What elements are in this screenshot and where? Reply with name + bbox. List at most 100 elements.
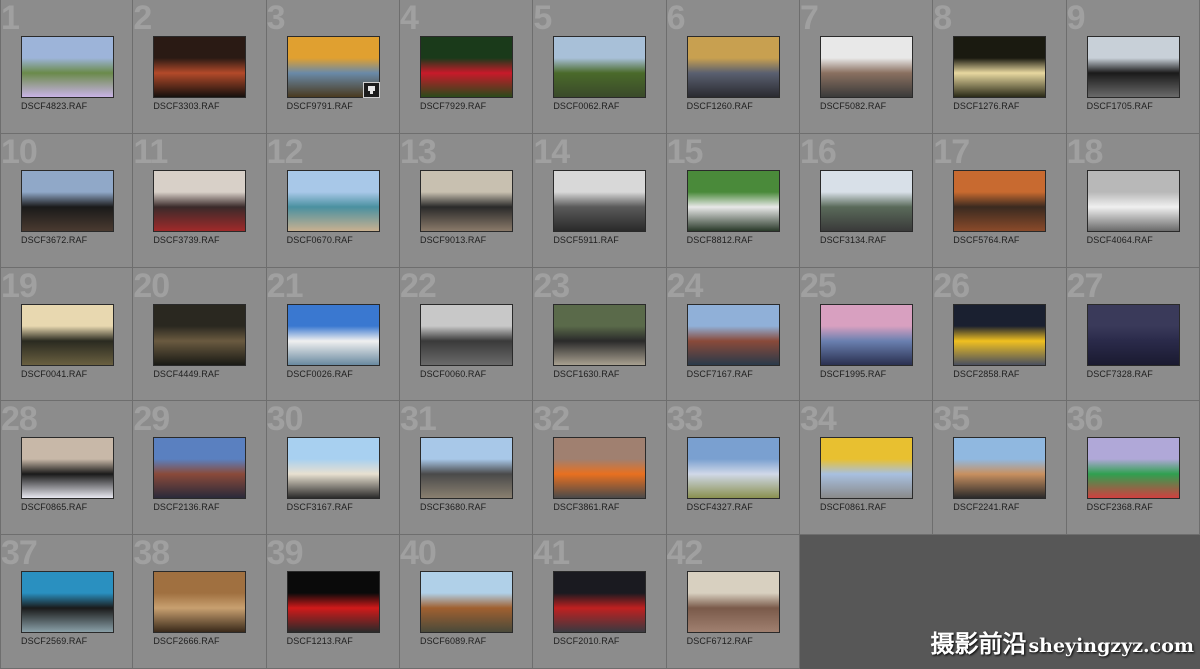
photo-thumbnail[interactable] [286, 437, 380, 500]
file-name: DSCF2368.RAF [1086, 502, 1153, 513]
photo-thumbnail[interactable] [953, 169, 1047, 232]
thumbnail-cell[interactable]: 38 DSCF2666.RAF [133, 535, 267, 669]
thumbnail-cell[interactable]: 36 DSCF2368.RAF [1066, 401, 1200, 536]
thumbnail-cell[interactable]: 21 DSCF0026.RAF [266, 267, 400, 402]
thumbnail-cell[interactable]: 28 DSCF0865.RAF [0, 401, 134, 536]
photo-thumbnail[interactable] [953, 303, 1047, 366]
photo-thumbnail[interactable] [686, 571, 780, 634]
thumbnail-cell[interactable]: 12 DSCF0670.RAF [266, 133, 400, 268]
file-name: DSCF2010.RAF [553, 636, 620, 647]
photo-thumbnail[interactable] [419, 36, 513, 98]
photo-thumbnail[interactable] [1086, 437, 1180, 500]
thumbnail-cell[interactable]: 10 DSCF3672.RAF [0, 133, 134, 268]
file-name: DSCF0865.RAF [21, 502, 88, 513]
thumbnail-cell[interactable]: 31 DSCF3680.RAF [399, 401, 534, 536]
photo-thumbnail[interactable] [153, 169, 247, 232]
photo-thumbnail[interactable] [553, 36, 647, 98]
photo-thumbnail[interactable] [21, 169, 114, 232]
thumbnail-cell[interactable]: 20 DSCF4449.RAF [133, 267, 267, 402]
thumbnail-cell[interactable]: 15 DSCF8812.RAF [666, 133, 800, 268]
thumbnail-cell[interactable]: 40 DSCF6089.RAF [399, 535, 534, 669]
file-name: DSCF1213.RAF [286, 636, 353, 647]
thumbnail-cell[interactable]: 25 DSCF1995.RAF [799, 267, 934, 402]
thumbnail-cell[interactable]: 42 DSCF6712.RAF [666, 535, 800, 669]
filmstrip-grid: 1 DSCF4823.RAF 2 DSCF3303.RAF 3 DSCF9791.RAF 4… [0, 0, 1200, 669]
file-name: DSCF0062.RAF [553, 101, 620, 111]
photo-thumbnail[interactable] [553, 303, 647, 366]
thumbnail-cell[interactable]: 1 DSCF4823.RAF [0, 0, 134, 134]
photo-thumbnail[interactable] [553, 169, 647, 232]
thumbnail-cell[interactable]: 18 DSCF4064.RAF [1066, 133, 1200, 268]
photo-thumbnail[interactable] [819, 437, 913, 500]
thumbnail-cell[interactable]: 14 DSCF5911.RAF [533, 133, 667, 268]
photo-thumbnail[interactable] [553, 437, 647, 500]
photo-thumbnail[interactable] [819, 169, 913, 232]
thumbnail-cell[interactable]: 24 DSCF7167.RAF [666, 267, 800, 402]
photo-thumbnail[interactable] [21, 36, 114, 98]
photo-thumbnail[interactable] [686, 437, 780, 500]
photo-thumbnail[interactable] [686, 169, 780, 232]
photo-thumbnail[interactable] [153, 571, 247, 634]
thumbnail-cell[interactable]: 8 DSCF1276.RAF [933, 0, 1067, 134]
thumbnail-cell[interactable]: 26 DSCF2858.RAF [933, 267, 1067, 402]
thumbnail-cell[interactable]: 3 DSCF9791.RAF [266, 0, 400, 134]
photo-thumbnail[interactable] [819, 303, 913, 366]
photo-thumbnail[interactable] [286, 571, 380, 634]
cell-index: 42 [666, 535, 704, 573]
photo-thumbnail[interactable] [1086, 169, 1180, 232]
thumbnail-cell[interactable]: 22 DSCF0060.RAF [399, 267, 534, 402]
comment-badge-icon[interactable] [362, 82, 380, 98]
photo-thumbnail[interactable] [419, 571, 513, 634]
photo-thumbnail[interactable] [21, 571, 114, 634]
photo-thumbnail[interactable] [1086, 36, 1180, 98]
file-name: DSCF9013.RAF [419, 234, 487, 245]
cell-index: 26 [933, 267, 970, 305]
photo-thumbnail[interactable] [21, 437, 114, 500]
thumbnail-cell[interactable]: 11 DSCF3739.RAF [133, 133, 267, 268]
photo-thumbnail[interactable] [686, 36, 780, 98]
cell-index: 20 [133, 267, 170, 305]
photo-thumbnail[interactable] [419, 169, 513, 232]
thumbnail-cell[interactable]: 2 DSCF3303.RAF [133, 0, 267, 134]
photo-thumbnail[interactable] [419, 303, 513, 366]
photo-thumbnail[interactable] [953, 36, 1047, 98]
thumbnail-cell[interactable]: 13 DSCF9013.RAF [399, 133, 534, 268]
file-name: DSCF6712.RAF [686, 636, 753, 647]
photo-thumbnail[interactable] [153, 303, 247, 366]
thumbnail-cell[interactable]: 33 DSCF4327.RAF [666, 401, 800, 536]
thumbnail-cell[interactable]: 6 DSCF1260.RAF [666, 0, 800, 134]
thumbnail-cell[interactable]: 17 DSCF5764.RAF [933, 133, 1067, 268]
thumbnail-cell[interactable]: 41 DSCF2010.RAF [533, 535, 667, 669]
photo-thumbnail[interactable] [153, 36, 247, 98]
photo-thumbnail[interactable] [953, 437, 1047, 500]
photo-thumbnail[interactable] [153, 437, 247, 500]
thumbnail-cell[interactable]: 23 DSCF1630.RAF [533, 267, 667, 402]
thumbnail-cell[interactable]: 29 DSCF2136.RAF [133, 401, 267, 536]
thumbnail-cell[interactable]: 35 DSCF2241.RAF [933, 401, 1067, 536]
photo-thumbnail[interactable] [819, 36, 913, 98]
thumbnail-cell[interactable]: 30 DSCF3167.RAF [266, 401, 400, 536]
photo-thumbnail[interactable] [419, 437, 513, 500]
thumbnail-cell[interactable]: 4 DSCF7929.RAF [399, 0, 534, 134]
file-name: DSCF3167.RAF [286, 502, 353, 513]
photo-thumbnail[interactable] [686, 303, 780, 366]
thumbnail-cell[interactable]: 16 DSCF3134.RAF [799, 133, 934, 268]
thumbnail-cell[interactable]: 27 DSCF7328.RAF [1066, 267, 1200, 402]
file-name: DSCF2666.RAF [153, 636, 220, 647]
thumbnail-cell[interactable]: 34 DSCF0861.RAF [799, 401, 934, 536]
photo-thumbnail[interactable] [1086, 303, 1180, 366]
photo-thumbnail[interactable] [286, 303, 380, 366]
thumbnail-cell[interactable]: 37 DSCF2569.RAF [0, 535, 134, 669]
thumbnail-cell[interactable]: 39 DSCF1213.RAF [266, 535, 400, 669]
file-name: DSCF2858.RAF [953, 368, 1020, 379]
photo-thumbnail[interactable] [286, 169, 380, 232]
cell-index: 30 [266, 401, 304, 439]
thumbnail-cell[interactable]: 5 DSCF0062.RAF [533, 0, 667, 134]
file-name: DSCF8812.RAF [686, 234, 753, 245]
thumbnail-cell[interactable]: 32 DSCF3861.RAF [533, 401, 667, 536]
photo-thumbnail[interactable] [553, 571, 647, 634]
photo-thumbnail[interactable] [21, 303, 114, 366]
thumbnail-cell[interactable]: 7 DSCF5082.RAF [799, 0, 934, 134]
thumbnail-cell[interactable]: 9 DSCF1705.RAF [1066, 0, 1200, 134]
thumbnail-cell[interactable]: 19 DSCF0041.RAF [0, 267, 134, 402]
